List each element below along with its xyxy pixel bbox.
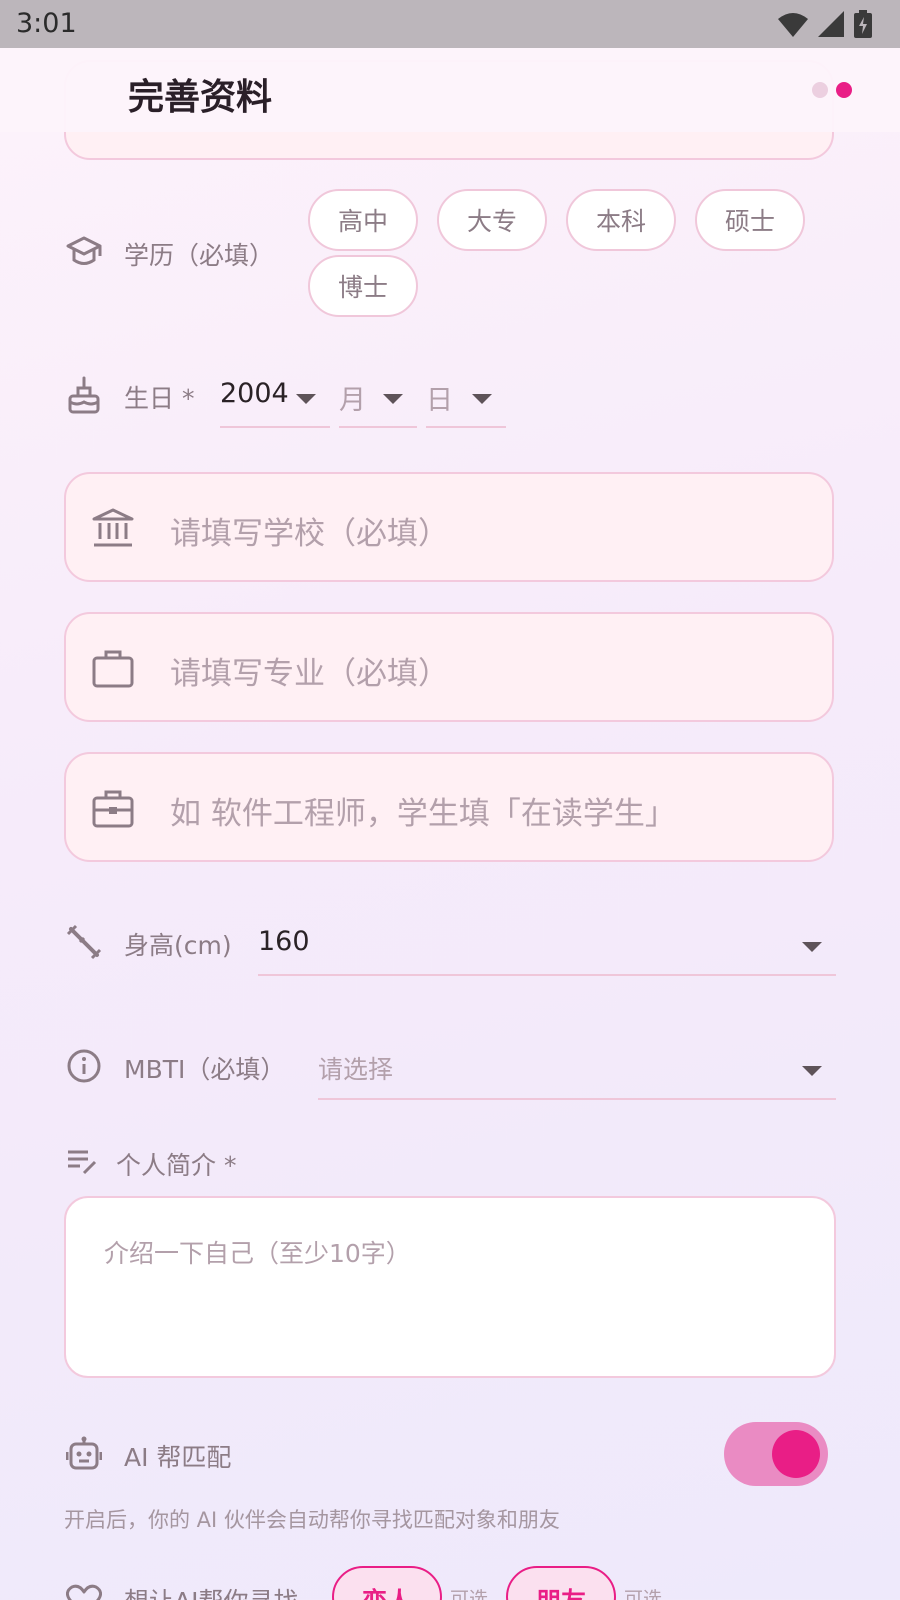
- mbti-select[interactable]: 请选择: [318, 1050, 836, 1100]
- education-option-master[interactable]: 硕士: [695, 189, 805, 251]
- bio-textarea[interactable]: 介绍一下自己（至少10字）: [64, 1196, 836, 1378]
- education-option-doctor[interactable]: 博士: [308, 255, 418, 317]
- step-dot-1: [812, 82, 828, 98]
- seek-option-lover[interactable]: 恋人: [332, 1566, 442, 1600]
- seek-label: 想让AI帮你寻找: [124, 1582, 298, 1600]
- chevron-down-icon: [802, 942, 822, 952]
- education-option-bachelor[interactable]: 本科: [566, 189, 676, 251]
- chevron-down-icon: [296, 394, 316, 404]
- birthday-day-select[interactable]: 日: [426, 378, 506, 428]
- edit-notes-icon: [68, 1150, 97, 1175]
- job-field[interactable]: 如 软件工程师，学生填「在读学生」: [64, 752, 834, 862]
- step-indicator: [812, 82, 852, 98]
- ai-match-toggle[interactable]: [724, 1422, 828, 1486]
- birthday-day-placeholder: 日: [426, 385, 453, 416]
- height-select[interactable]: 160: [258, 926, 836, 976]
- graduation-cap-icon: [66, 236, 102, 265]
- major-placeholder: 请填写专业（必填）: [170, 656, 449, 692]
- seek-option-friend-label: 朋友: [536, 1582, 586, 1600]
- seek-option-lover-note: 可选: [450, 1588, 489, 1600]
- seek-option-friend[interactable]: 朋友: [506, 1566, 616, 1600]
- robot-icon: [66, 1436, 102, 1470]
- birthday-month-select[interactable]: 月: [339, 378, 417, 428]
- page-title: 完善资料: [128, 77, 273, 118]
- status-time: 3:01: [16, 8, 77, 39]
- briefcase-icon: [92, 650, 134, 688]
- app-bar: 完善资料: [0, 48, 900, 132]
- toolbox-icon: [92, 790, 134, 828]
- ai-match-label: AI 帮匹配: [124, 1443, 232, 1472]
- birthday-year-select[interactable]: 2004: [220, 378, 330, 428]
- birthday-year-value: 2004: [220, 378, 289, 409]
- school-field[interactable]: 请填写学校（必填）: [64, 472, 834, 582]
- toggle-knob: [772, 1430, 820, 1478]
- mbti-label: MBTI（必填）: [124, 1055, 286, 1084]
- height-value: 160: [258, 926, 310, 957]
- birthday-label: 生日 *: [124, 384, 195, 413]
- bio-placeholder: 介绍一下自己（至少10字）: [104, 1239, 411, 1268]
- institution-icon: [92, 508, 134, 547]
- step-dot-2-active: [836, 82, 852, 98]
- seek-option-lover-label: 恋人: [362, 1582, 412, 1600]
- bio-label: 个人简介 *: [116, 1151, 237, 1180]
- education-option-college[interactable]: 大专: [437, 189, 547, 251]
- seek-option-friend-note: 可选: [624, 1588, 663, 1600]
- cake-icon: [68, 376, 100, 414]
- wifi-icon: [778, 13, 808, 37]
- chevron-down-icon: [383, 394, 403, 404]
- school-placeholder: 请填写学校（必填）: [170, 516, 449, 552]
- height-label: 身高(cm): [124, 931, 232, 960]
- status-bar: 3:01: [0, 0, 900, 48]
- chevron-down-icon: [472, 394, 492, 404]
- chevron-down-icon: [802, 1066, 822, 1076]
- mbti-placeholder: 请选择: [318, 1055, 394, 1084]
- major-field[interactable]: 请填写专业（必填）: [64, 612, 834, 722]
- heart-icon: [66, 1584, 102, 1600]
- birthday-month-placeholder: 月: [339, 385, 366, 416]
- education-label: 学历（必填）: [124, 241, 275, 270]
- job-placeholder: 如 软件工程师，学生填「在读学生」: [170, 796, 676, 832]
- education-option-high-school[interactable]: 高中: [308, 189, 418, 251]
- cellular-signal-icon: [818, 11, 844, 37]
- ruler-measure-icon: [66, 924, 102, 960]
- ai-match-hint: 开启后，你的 AI 伙伴会自动帮你寻找匹配对象和朋友: [64, 1508, 560, 1532]
- battery-charging-icon: [854, 10, 872, 38]
- info-icon: [67, 1049, 101, 1083]
